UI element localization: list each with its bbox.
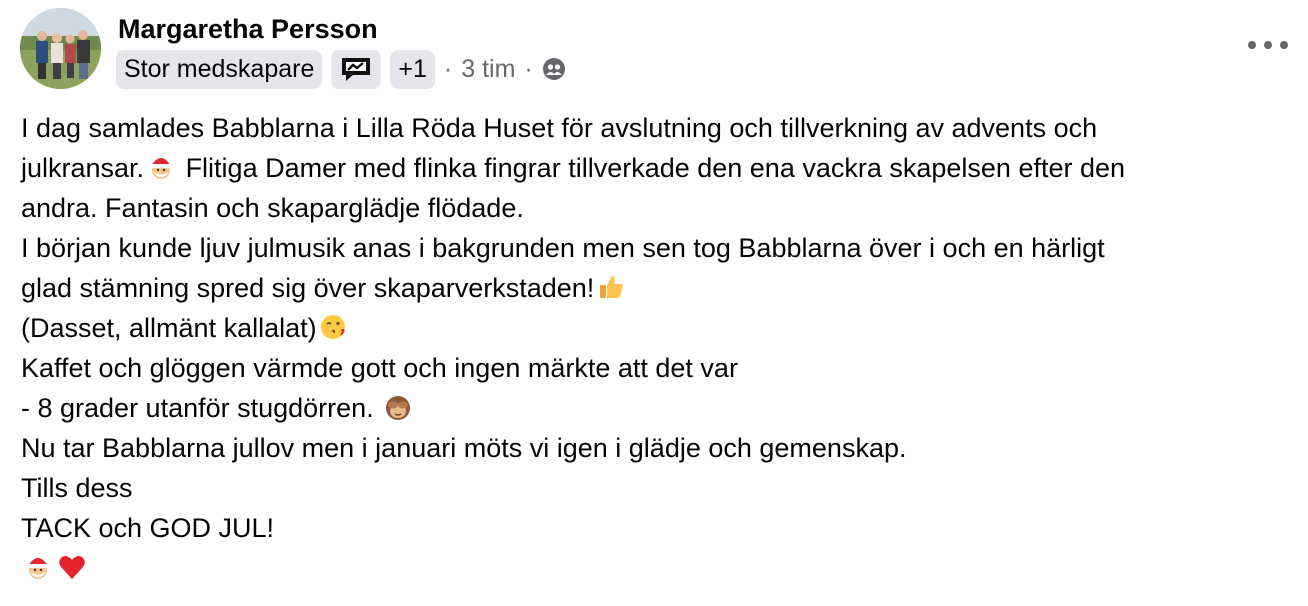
post-text-segment: (Dasset, allmänt kallalat) <box>21 313 317 343</box>
avatar-photo <box>20 8 101 89</box>
contributor-badge[interactable]: Stor medskapare <box>116 49 323 89</box>
post-text-segment: Flitiga Damer med flinka fingrar tillver… <box>178 153 1126 183</box>
post-text-line: (Dasset, allmänt kallalat) <box>21 308 1291 348</box>
post-text-segment: TACK och GOD JUL! <box>21 513 275 543</box>
post-text-segment: Nu tar Babblarna jullov men i januari mö… <box>21 433 907 463</box>
speech-bubble-icon <box>342 58 371 81</box>
post-text-segment: I dag samlades Babblarna i Lilla Röda Hu… <box>21 113 1098 143</box>
post-text-segment: Kaffet och glöggen värmde gott och ingen… <box>21 353 738 383</box>
thumbs-up-icon <box>596 272 626 302</box>
post-text-line: Tills dess <box>21 468 1291 508</box>
post-text-segment: Tills dess <box>21 473 133 503</box>
more-options-icon[interactable] <box>1248 30 1288 60</box>
post-meta: Stor medskapare +1 · 3 tim · <box>116 49 566 89</box>
dot <box>1248 41 1256 49</box>
post-text-line: julkransar. Flitiga Damer med flinka fin… <box>21 148 1291 188</box>
meta-separator: · <box>443 54 453 83</box>
post-text-segment: andra. Fantasin och skaparglädje flödade… <box>21 193 524 223</box>
see-no-evil-monkey-icon <box>383 392 413 422</box>
author-name[interactable]: Margaretha Persson <box>118 12 378 46</box>
post-text-segment: julkransar. <box>21 153 145 183</box>
dot <box>1264 41 1272 49</box>
post-time[interactable]: 3 tim <box>461 55 515 84</box>
post-text-line: Kaffet och glöggen värmde gott och ingen… <box>21 348 1291 388</box>
dot <box>1280 41 1288 49</box>
post-text-line: I dag samlades Babblarna i Lilla Röda Hu… <box>21 108 1291 148</box>
post-text-line: - 8 grader utanför stugdörren. <box>21 388 1291 428</box>
post-text-line: glad stämning spred sig över skaparverks… <box>21 268 1291 308</box>
post-text-segment: I början kunde ljuv julmusik anas i bakg… <box>21 233 1105 263</box>
post-text-line: Nu tar Babblarna jullov men i januari mö… <box>21 428 1291 468</box>
friends-icon[interactable] <box>542 57 566 81</box>
post-text: I dag samlades Babblarna i Lilla Röda Hu… <box>21 108 1291 588</box>
santa-icon <box>23 552 53 582</box>
facebook-post: Margaretha Persson Stor medskapare +1 · … <box>0 0 1308 606</box>
red-heart-icon <box>57 552 87 582</box>
santa-icon <box>146 152 176 182</box>
post-text-line: andra. Fantasin och skaparglädje flödade… <box>21 188 1291 228</box>
post-text-line <box>21 548 1291 588</box>
post-text-line: I början kunde ljuv julmusik anas i bakg… <box>21 228 1291 268</box>
speech-bubble-badge[interactable] <box>331 49 382 89</box>
post-text-segment: - 8 grader utanför stugdörren. <box>21 393 382 423</box>
extra-badges-count[interactable]: +1 <box>390 49 435 89</box>
post-text-segment: glad stämning spred sig över skaparverks… <box>21 273 595 303</box>
kiss-face-icon <box>319 312 349 342</box>
meta-separator: · <box>524 54 533 83</box>
post-text-line: TACK och GOD JUL! <box>21 508 1291 548</box>
avatar[interactable] <box>20 8 101 89</box>
